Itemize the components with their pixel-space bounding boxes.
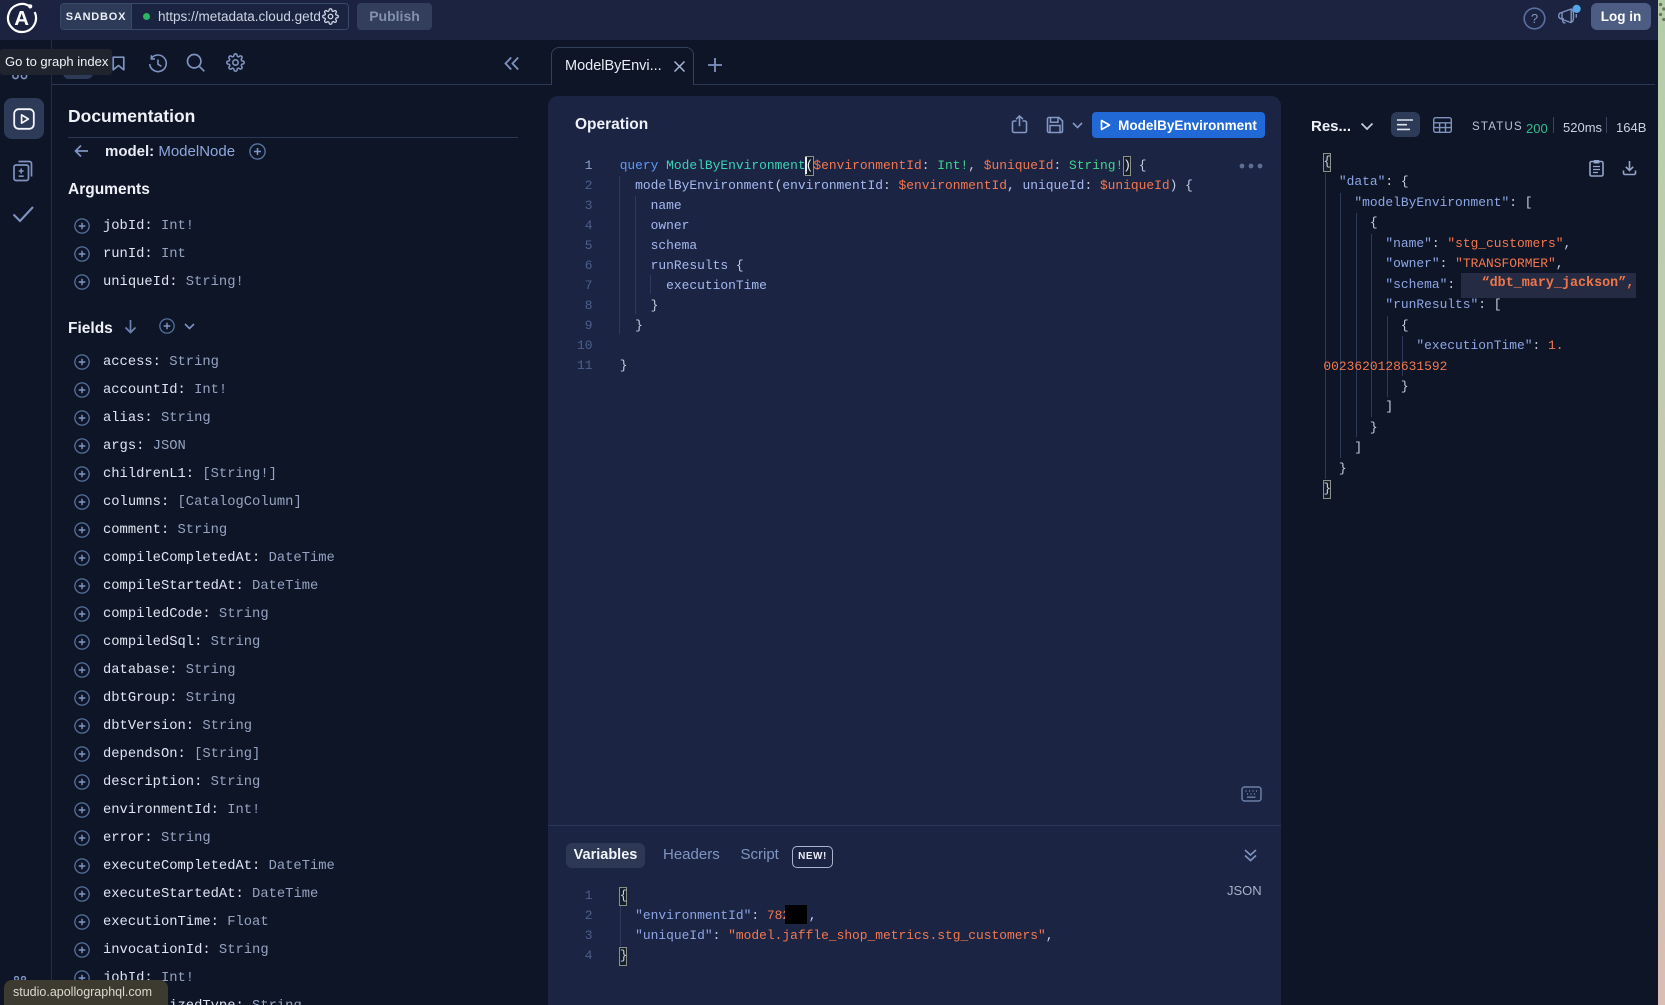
svg-text:A: A: [14, 7, 29, 30]
svg-text:?: ?: [1531, 11, 1538, 26]
